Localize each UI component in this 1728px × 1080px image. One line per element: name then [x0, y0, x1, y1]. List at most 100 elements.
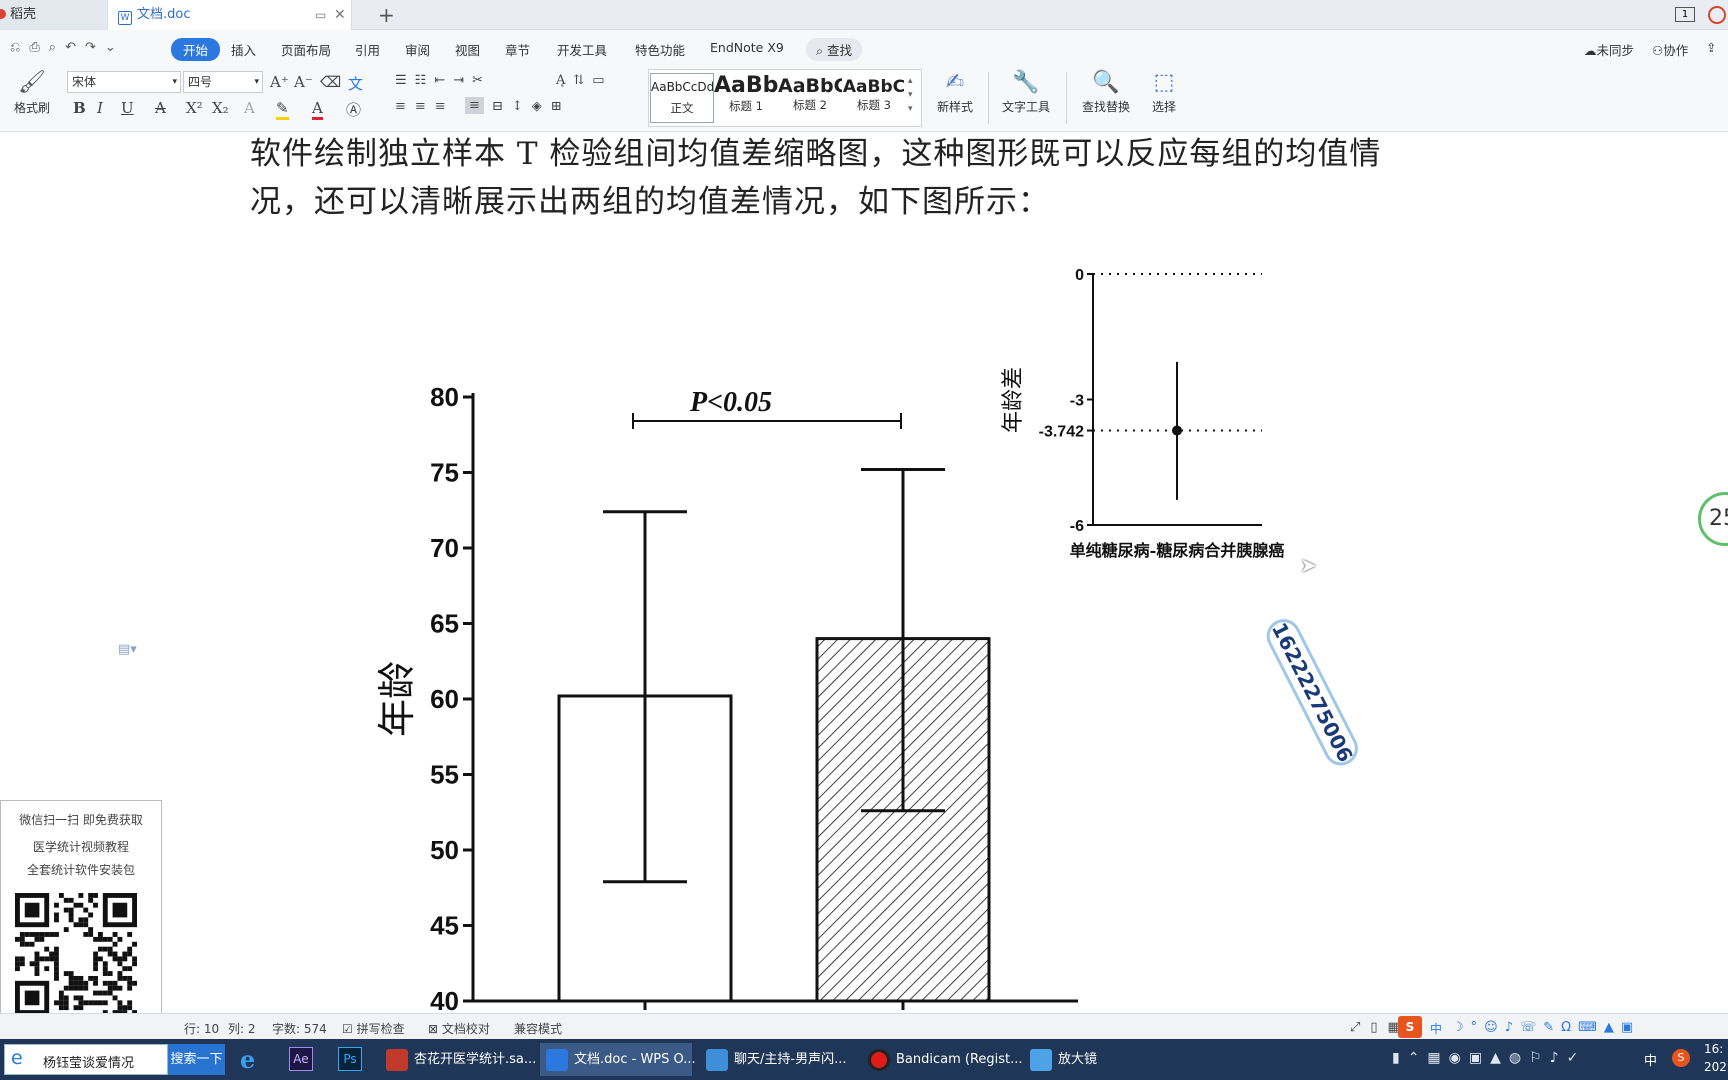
close-tab-icon[interactable]: ✕	[334, 0, 346, 30]
qr-module	[93, 902, 98, 908]
find-replace-button[interactable]: 🔍 查找替换	[1074, 70, 1138, 115]
taskbar-app-sas[interactable]: 杏花开医学统计.sa...	[380, 1043, 536, 1076]
text-tools-button[interactable]: 🔧 文字工具	[996, 70, 1056, 115]
tray-icons[interactable]: ▮⌃▦◉▣▲◍⚐♪✓	[1392, 1050, 1586, 1066]
clear-format-icon[interactable]: ⌫	[320, 73, 341, 91]
taskbar-app-magnifier[interactable]: 放大镜	[1024, 1043, 1124, 1076]
qr-module	[15, 966, 20, 972]
qr-module	[63, 897, 69, 903]
strikethrough-icon[interactable]: A	[155, 99, 166, 117]
underline-icon[interactable]: U	[121, 99, 134, 117]
qr-module	[68, 912, 74, 918]
status-col: 列: 2	[228, 1022, 256, 1036]
quick-access-icons[interactable]: ⎌⎙⌕↶↷⌄	[10, 40, 125, 55]
share-icon[interactable]: ⇪	[1706, 40, 1716, 55]
qr-finder-core	[24, 902, 40, 918]
qr-logo-bg	[58, 936, 94, 972]
spacing-icons[interactable]: ⊟↕◈⊞	[492, 99, 571, 114]
tray-sogou-icon[interactable]: S	[1672, 1049, 1690, 1067]
font-color-icon[interactable]: A	[312, 99, 323, 120]
new-style-button[interactable]: ✍ 新样式	[930, 70, 980, 115]
italic-icon[interactable]: I	[97, 99, 103, 117]
ie-browser-icon[interactable]: e	[240, 1045, 255, 1074]
menu-review[interactable]: 审阅	[405, 40, 430, 59]
font-name-select[interactable]: 宋体 ▾	[67, 71, 181, 93]
taskbar-app-wps[interactable]: 文档.doc - WPS O...	[540, 1043, 696, 1076]
qr-module	[117, 975, 123, 981]
menu-endnote[interactable]: EndNote X9	[710, 40, 784, 55]
qr-module	[19, 936, 25, 942]
font-size-select[interactable]: 四号 ▾	[183, 71, 263, 93]
new-tab-button[interactable]: +	[368, 0, 395, 30]
collab-label: 协作	[1663, 43, 1689, 58]
floating-widget[interactable]: 25	[1698, 492, 1728, 546]
menu-references[interactable]: 引用	[355, 40, 380, 59]
char-border-icon[interactable]: Ⓐ	[346, 99, 361, 120]
subscript-icon[interactable]: X₂	[212, 99, 229, 117]
proofread-toggle[interactable]: ⊠ 文档校对	[428, 1020, 490, 1037]
menu-search[interactable]: ⌕ 查找	[806, 38, 863, 61]
sogou-ime-icon[interactable]: S	[1398, 1016, 1422, 1038]
style-heading-1[interactable]: AaBb 标题 1	[714, 73, 778, 123]
menu-view[interactable]: 视图	[455, 40, 480, 59]
text-effect-icon[interactable]: A	[244, 99, 255, 117]
spell-check-toggle[interactable]: ☑ 拼写检查	[342, 1020, 405, 1037]
photoshop-icon[interactable]: Ps	[338, 1047, 362, 1071]
list-indent-icons[interactable]: ☰☷⇤⇥✂	[395, 73, 491, 88]
superscript-icon[interactable]: X²	[186, 99, 203, 117]
phonetic-icon[interactable]: 文	[348, 73, 363, 94]
style-heading-3[interactable]: AaBbC 标题 3	[842, 73, 906, 123]
taskbar-search-button[interactable]: 搜索一下	[168, 1044, 225, 1075]
taskbar-app-bandicam[interactable]: Bandicam (Regist...	[862, 1043, 1023, 1076]
paragraph-anchor-icon[interactable]: ▤▾	[118, 642, 137, 657]
ime-toolbar-icons[interactable]: ☽°☺♪☏✎Ω⌨▲▣	[1452, 1020, 1640, 1035]
clock-time[interactable]: 16:	[1704, 1042, 1723, 1056]
sort-icons[interactable]: Ą⇅▭	[556, 73, 613, 88]
status-words[interactable]: 字数: 574	[272, 1020, 327, 1037]
menu-page-layout[interactable]: 页面布局	[281, 40, 331, 59]
menu-insert[interactable]: 插入	[231, 40, 256, 59]
menu-start[interactable]: 开始	[171, 38, 221, 61]
shrink-font-icon[interactable]: A⁻	[294, 73, 313, 91]
qr-module	[117, 1005, 123, 1011]
after-effects-icon[interactable]: Ae	[289, 1047, 313, 1071]
mean-difference-chart: 0 -3 -3.742 -6 年龄差单纯糖尿病-糖尿病合并胰腺癌	[1001, 267, 1284, 560]
style-normal[interactable]: AaBbCcDd 正文	[650, 73, 714, 123]
justify-icon[interactable]: ≡	[465, 97, 484, 114]
menu-developer[interactable]: 开发工具	[557, 40, 607, 59]
window-count-icon[interactable]: 1	[1675, 7, 1695, 22]
tab-document[interactable]: W 文档.doc ▭ ✕	[107, 0, 352, 30]
pin-tab-icon[interactable]: ▭	[315, 0, 326, 30]
qr-code[interactable]	[15, 893, 137, 1015]
sync-status[interactable]: ☁未同步	[1584, 40, 1634, 59]
qr-module	[132, 980, 137, 986]
taskbar-search-box[interactable]: e 杨钰莹谈爱情况	[4, 1044, 168, 1075]
menu-chapter[interactable]: 章节	[505, 40, 530, 59]
qr-module	[54, 946, 59, 952]
mouse-cursor-icon: ➤	[1300, 553, 1317, 577]
highlight-icon[interactable]: ✎	[276, 99, 289, 120]
ribbon-toolbar: 🖌 格式刷 宋体 ▾ 四号 ▾ A⁺ A⁻ ⌫ 文 B I U A X² X₂ A …	[0, 66, 1728, 132]
align-icons[interactable]: ≡≡≡	[395, 99, 455, 114]
select-button[interactable]: ⬚ 选择	[1142, 70, 1186, 115]
tray-ime-indicator[interactable]: 中	[1644, 1050, 1657, 1069]
taskbar-app-chat[interactable]: 聊天/主持-男声闪...	[700, 1043, 850, 1076]
bold-icon[interactable]: B	[73, 99, 86, 117]
style-heading-2[interactable]: AaBbC 标题 2	[778, 73, 842, 123]
clock-date[interactable]: 202	[1704, 1060, 1727, 1074]
qr-module	[102, 1000, 108, 1006]
search-icon: ⌕	[816, 43, 824, 58]
grow-font-icon[interactable]: A⁺	[270, 73, 289, 91]
gallery-scroll-icon[interactable]: ▴ ▾ ▾	[908, 74, 913, 116]
tab-home[interactable]: 稻壳	[0, 0, 106, 30]
qr-module	[15, 936, 20, 942]
collab-button[interactable]: ⚇协作	[1652, 40, 1688, 59]
menu-special[interactable]: 特色功能	[635, 40, 685, 59]
text-tools-label: 文字工具	[1001, 100, 1050, 114]
skin-icon[interactable]	[1708, 6, 1726, 24]
qr-module	[54, 1000, 59, 1006]
ime-lang[interactable]: 中	[1430, 1020, 1442, 1037]
qr-module	[78, 980, 84, 986]
format-painter-button[interactable]: 🖌 格式刷	[12, 70, 52, 116]
qr-module	[68, 975, 74, 981]
